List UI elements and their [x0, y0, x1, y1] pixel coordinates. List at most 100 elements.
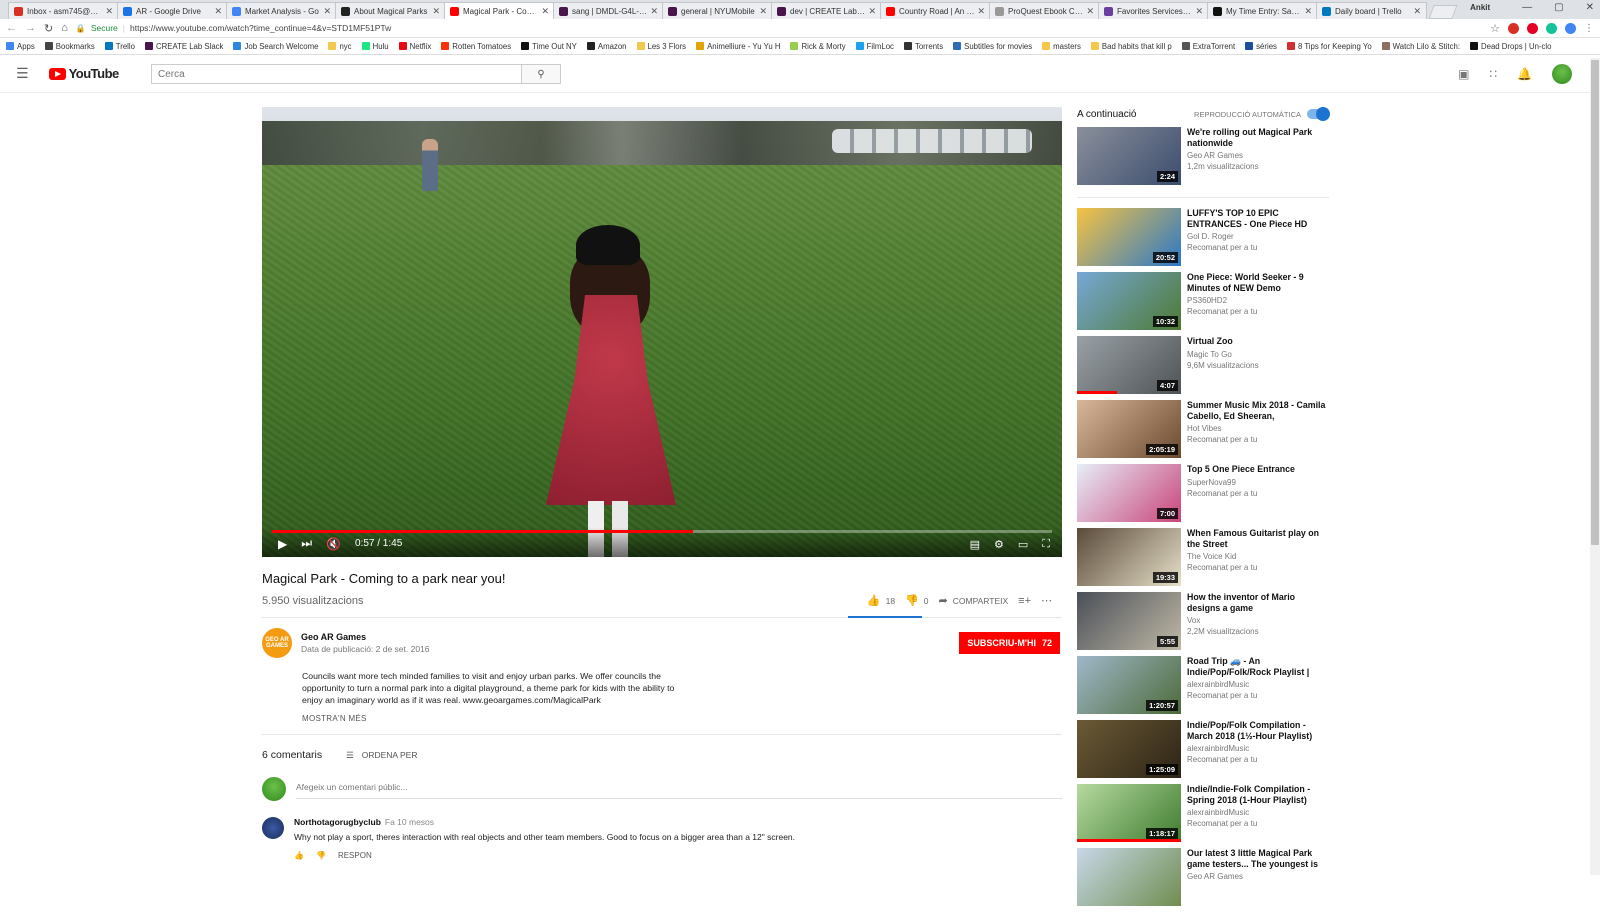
browser-tab[interactable]: Daily board | Trello ✕	[1316, 2, 1427, 19]
recommended-video[interactable]: 1:25:09 Indie/Pop/Folk Compilation - Marc…	[1077, 720, 1329, 784]
video-item-title[interactable]: Virtual Zoo	[1187, 336, 1259, 347]
browser-tab[interactable]: Favorites Services - N ✕	[1098, 2, 1209, 19]
recommended-video[interactable]: 20:52 LUFFY'S TOP 10 EPIC ENTRANCES - One…	[1077, 208, 1329, 272]
bookmark-item[interactable]: Bookmarks	[44, 42, 95, 51]
bookmark-item[interactable]: FilmLoc	[855, 42, 894, 51]
close-window-icon[interactable]: ✕	[1586, 2, 1594, 13]
bookmark-item[interactable]: Dead Drops | Un-clo	[1469, 42, 1551, 51]
video-player[interactable]: ▶ ⏭ 🔇 0:57 / 1:45 ▤ ⚙ ▭ ⛶	[262, 107, 1062, 557]
browser-tab[interactable]: general | NYUMobile ✕	[662, 2, 773, 19]
bookmark-item[interactable]: CREATE Lab Slack	[145, 42, 223, 51]
bookmark-item[interactable]: Time Out NY	[521, 42, 577, 51]
recommended-video[interactable]: 1:18:17 Indie/Indie-Folk Compilation - Sp…	[1077, 784, 1329, 848]
tab-close-icon[interactable]: ✕	[1195, 6, 1203, 17]
grammarly-icon[interactable]	[1546, 22, 1557, 34]
apps-grid-icon[interactable]: ∷	[1489, 67, 1497, 81]
reply-button[interactable]: RESPON	[338, 851, 372, 860]
video-item-title[interactable]: Indie/Pop/Folk Compilation - March 2018 …	[1187, 720, 1329, 741]
recommended-video[interactable]: 1:20:57 Road Trip 🚙 - An Indie/Pop/Folk/R…	[1077, 656, 1329, 720]
hamburger-menu-icon[interactable]: ☰	[16, 65, 29, 82]
tab-close-icon[interactable]: ✕	[759, 6, 767, 17]
recommended-video[interactable]: 10:32 One Piece: World Seeker - 9 Minutes…	[1077, 272, 1329, 336]
browser-tab[interactable]: ProQuest Ebook Cent ✕	[989, 2, 1100, 19]
home-icon[interactable]: ⌂	[61, 22, 68, 34]
settings-gear-icon[interactable]: ⚙	[994, 538, 1004, 551]
bookmark-item[interactable]: Job Search Welcome	[233, 42, 318, 51]
bookmark-item[interactable]: ExtraTorrent	[1181, 42, 1235, 51]
channel-avatar[interactable]: GEO AR GAMES	[262, 628, 292, 658]
tab-close-icon[interactable]: ✕	[868, 6, 876, 17]
tab-close-icon[interactable]: ✕	[323, 6, 331, 17]
bookmark-item[interactable]: Rotten Tomatoes	[441, 42, 511, 51]
url-text[interactable]: https://www.youtube.com/watch?time_conti…	[130, 23, 391, 33]
scrollbar-thumb[interactable]	[1591, 60, 1599, 545]
bookmark-item[interactable]: nyc	[328, 42, 352, 51]
channel-name[interactable]: Geo AR Games	[301, 632, 430, 642]
add-comment-input[interactable]: Afegeix un comentari públic...	[296, 780, 1062, 799]
mute-icon[interactable]: 🔇	[326, 537, 341, 551]
video-item-title[interactable]: Top 5 One Piece Entrance	[1187, 464, 1295, 475]
tab-close-icon[interactable]: ✕	[1304, 6, 1312, 17]
maximize-icon[interactable]: ▢	[1554, 2, 1563, 13]
video-thumbnail[interactable]: 4:07	[1077, 336, 1181, 394]
omnibox[interactable]: 🔒 Secure | https://www.youtube.com/watch…	[76, 23, 1482, 33]
video-item-title[interactable]: We're rolling out Magical Park nationwid…	[1187, 127, 1329, 148]
minimize-icon[interactable]: —	[1522, 2, 1532, 13]
browser-tab[interactable]: sang | DMDL-G4L-Th ✕	[553, 2, 664, 19]
bookmark-item[interactable]: Animelliure - Yu Yu H	[696, 42, 780, 51]
bookmark-item[interactable]: séries	[1245, 42, 1277, 51]
subscribe-button[interactable]: SUBSCRIU-M'HI 72	[959, 632, 1060, 654]
notifications-bell-icon[interactable]: 🔔	[1517, 67, 1532, 81]
video-item-title[interactable]: Summer Music Mix 2018 - Camila Cabello, …	[1187, 400, 1329, 421]
extension-icon-red[interactable]	[1508, 22, 1519, 34]
like-button[interactable]: 👍 18	[867, 594, 895, 607]
bookmark-item[interactable]: Hulu	[361, 42, 389, 51]
account-avatar[interactable]	[1552, 64, 1572, 84]
browser-tab[interactable]: AR - Google Drive ✕	[117, 2, 228, 19]
video-thumbnail[interactable]: 1:18:17	[1077, 784, 1181, 842]
video-item-title[interactable]: When Famous Guitarist play on the Street	[1187, 528, 1329, 549]
tab-close-icon[interactable]: ✕	[432, 6, 440, 17]
add-to-playlist-icon[interactable]: ≡+	[1018, 595, 1031, 607]
video-thumbnail[interactable]: 10:32	[1077, 272, 1181, 330]
video-thumbnail[interactable]: 20:52	[1077, 208, 1181, 266]
back-icon[interactable]: ←	[6, 22, 17, 34]
theater-mode-icon[interactable]: ▭	[1018, 538, 1028, 551]
browser-tab[interactable]: Inbox - asm745@nyu ✕	[8, 2, 119, 19]
recommended-video[interactable]: 2:24 We're rolling out Magical Park natio…	[1077, 127, 1329, 191]
recommended-video[interactable]: 2:05:19 Summer Music Mix 2018 - Camila Ca…	[1077, 400, 1329, 464]
recommended-video[interactable]: 4:07 Virtual Zoo Magic To Go 9,6M visualitz…	[1077, 336, 1329, 400]
autoplay-toggle[interactable]	[1307, 107, 1330, 121]
browser-tab[interactable]: My Time Entry: Saurin ✕	[1207, 2, 1318, 19]
search-button[interactable]: ⚲	[522, 64, 561, 84]
more-actions-icon[interactable]: ⋯	[1041, 594, 1052, 607]
forward-icon[interactable]: →	[25, 22, 36, 34]
bookmark-item[interactable]: Apps	[6, 42, 35, 51]
bookmark-item[interactable]: masters	[1042, 42, 1081, 51]
bookmark-item[interactable]: Subtitles for movies	[953, 42, 1032, 51]
recommended-video[interactable]: 5:55 How the inventor of Mario designs a …	[1077, 592, 1329, 656]
bookmark-item[interactable]: 8 Tips for Keeping Yo	[1286, 42, 1372, 51]
extension-icon-blue[interactable]	[1565, 22, 1576, 34]
pinterest-icon[interactable]	[1527, 22, 1538, 34]
video-item-title[interactable]: Road Trip 🚙 - An Indie/Pop/Folk/Rock Pla…	[1187, 656, 1329, 677]
sort-comments-button[interactable]: ☰ ORDENA PER	[346, 750, 417, 761]
tab-close-icon[interactable]: ✕	[214, 6, 222, 17]
progress-bar[interactable]	[272, 530, 1052, 533]
bookmark-item[interactable]: Les 3 Flors	[636, 42, 686, 51]
new-tab-button[interactable]	[1428, 5, 1458, 19]
search-input[interactable]	[151, 64, 522, 84]
recommended-video[interactable]: Our latest 3 little Magical Park game te…	[1077, 848, 1329, 912]
video-item-title[interactable]: One Piece: World Seeker - 9 Minutes of N…	[1187, 272, 1329, 293]
browser-user-name[interactable]: Ankit	[1470, 3, 1490, 12]
upload-video-icon[interactable]: ▣	[1458, 67, 1469, 81]
browser-tab[interactable]: dev | CREATE Lab Slac✕	[771, 2, 882, 19]
bookmark-item[interactable]: Amazon	[586, 42, 627, 51]
browser-tab[interactable]: About Magical Parks ✕	[335, 2, 446, 19]
bookmark-item[interactable]: Watch Lilo & Stitch:	[1381, 42, 1460, 51]
share-button[interactable]: ➦ COMPARTEIX	[939, 594, 1009, 607]
reload-icon[interactable]: ↻	[44, 22, 53, 35]
comment-author-avatar[interactable]	[262, 817, 284, 839]
tab-close-icon[interactable]: ✕	[1413, 6, 1421, 17]
video-thumbnail[interactable]: 7:00	[1077, 464, 1181, 522]
